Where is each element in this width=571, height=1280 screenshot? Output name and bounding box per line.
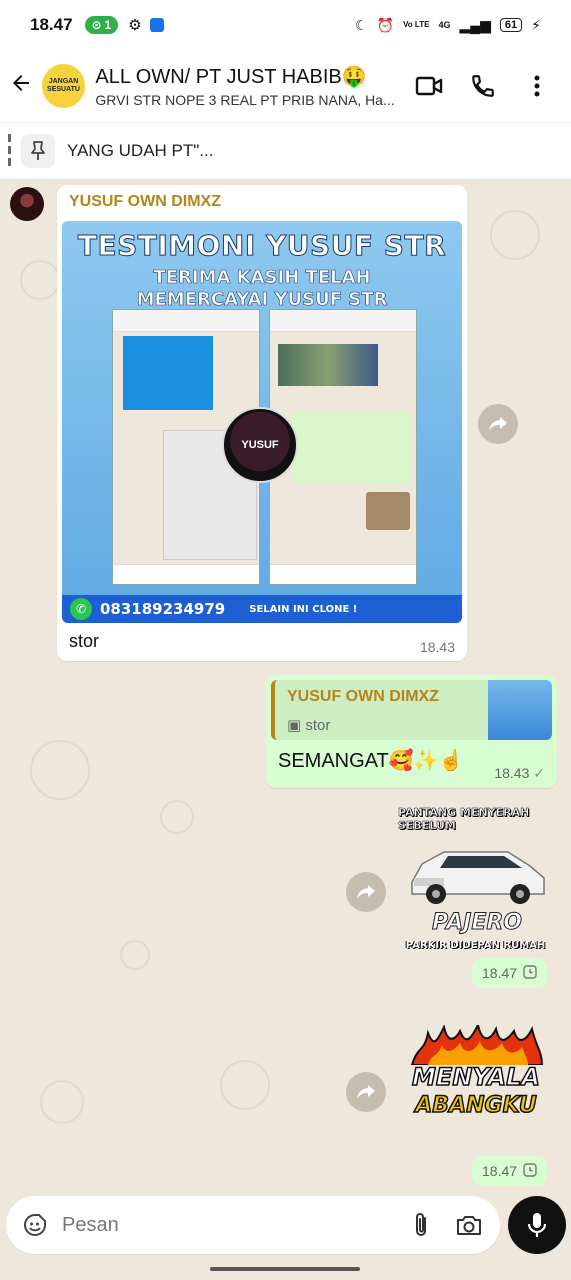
- chat-header: JANGAN SESUATU ALL OWN/ PT JUST HABIB🤑 G…: [0, 50, 571, 122]
- pinned-message-bar[interactable]: YANG UDAH PT"...: [0, 122, 571, 180]
- status-bar: 18.47 ⊙ 1 ⚙ ☾ ⏰ Vo LTE 4G ▂▄▆ 61 ⚡: [0, 0, 571, 50]
- hotspot-count: 1: [104, 18, 112, 32]
- doodle: [30, 740, 90, 800]
- sticker-word: PAJERO: [432, 910, 523, 936]
- group-avatar-text: JANGAN SESUATU: [47, 78, 80, 93]
- pinned-indicator: [8, 134, 11, 168]
- attach-icon[interactable]: [404, 1208, 438, 1242]
- app-notification-icon: [149, 18, 164, 32]
- quoted-sender: YUSUF OWN DIMXZ: [287, 688, 439, 705]
- chat-subtitle: GRVI STR NOPE 3 REAL PT PRIB NANA, Ha...: [95, 92, 395, 108]
- doodle: [40, 1080, 84, 1124]
- screenshot-header: [270, 310, 416, 332]
- pinned-text: YANG UDAH PT"...: [67, 141, 214, 160]
- doodle: [20, 260, 60, 300]
- camera-icon[interactable]: [452, 1208, 486, 1242]
- sticker-top-text: PANTANG MENYERAH SEBELUM: [398, 806, 530, 833]
- reply-text: SEMANGAT🥰✨☝️: [278, 750, 464, 772]
- status-time: 18.47: [30, 15, 73, 34]
- pajero-sticker[interactable]: PANTANG MENYERAH SEBELUM PAJERO PARKIR D…: [398, 800, 553, 958]
- microphone-button[interactable]: [508, 1196, 566, 1254]
- back-arrow-icon[interactable]: [0, 71, 42, 102]
- phone-call-icon[interactable]: [467, 70, 499, 102]
- quoted-text: stor: [305, 717, 331, 734]
- contact-phone: 083189234979: [100, 600, 226, 618]
- outgoing-reply-bubble[interactable]: YUSUF OWN DIMXZ ▣ stor SEMANGAT🥰✨☝️ 18.4…: [266, 675, 557, 788]
- sticker-line-2: ABANGKU: [415, 1092, 538, 1119]
- sticker-emoji-icon[interactable]: [20, 1210, 50, 1240]
- hotspot-badge: ⊙ 1: [84, 16, 119, 34]
- incoming-message-bubble[interactable]: YUSUF OWN DIMXZ TESTIMONI YUSUF STR TERI…: [57, 185, 467, 661]
- message-composer: Pesan: [6, 1196, 500, 1254]
- forward-icon[interactable]: [478, 404, 518, 444]
- clock-pending-icon: [523, 1162, 537, 1180]
- clone-note: SELAIN INI CLONE !: [249, 603, 358, 615]
- sticker-time: 18.47: [482, 1163, 518, 1179]
- chat-title-area[interactable]: ALL OWN/ PT JUST HABIB🤑 GRVI STR NOPE 3 …: [95, 64, 413, 108]
- sticker-time: 18.47: [482, 965, 518, 981]
- flame-image: [410, 1025, 544, 1065]
- quoted-text-area: ▣ stor: [287, 716, 330, 734]
- menyala-sticker[interactable]: MENYALA ABANGKU: [398, 1025, 554, 1135]
- sender-avatar[interactable]: [10, 187, 44, 221]
- network-label: 4G: [438, 20, 451, 30]
- gear-icon: ⚙: [128, 17, 142, 34]
- gesture-nav-bar[interactable]: [210, 1267, 360, 1271]
- volte-label: Vo LTE: [403, 20, 430, 29]
- reply-time: 18.43: [494, 765, 530, 781]
- logo-text: YUSUF: [241, 439, 279, 451]
- sent-check-icon: ✓: [533, 765, 545, 781]
- screenshot-game: [278, 344, 378, 386]
- quoted-message[interactable]: YUSUF OWN DIMXZ ▣ stor: [271, 680, 552, 740]
- quoted-thumbnail: [488, 680, 552, 740]
- message-time: 18.43: [419, 639, 455, 655]
- forward-icon[interactable]: [346, 872, 386, 912]
- signal-icon: ▂▄▆: [459, 16, 491, 33]
- forward-icon[interactable]: [346, 1072, 386, 1112]
- clock-pending-icon: [523, 964, 537, 982]
- message-caption: stor: [69, 631, 100, 651]
- car-image: [411, 851, 545, 904]
- screenshot-header: [113, 310, 259, 332]
- yusuf-logo: YUSUF: [222, 407, 298, 483]
- chat-title: ALL OWN/ PT JUST HABIB🤑: [95, 66, 367, 88]
- screenshot-cat-sticker: [366, 492, 410, 530]
- sender-name[interactable]: YUSUF OWN DIMXZ: [69, 193, 462, 211]
- image-footer: ✆ 083189234979 SELAIN INI CLONE !: [62, 595, 462, 623]
- group-avatar[interactable]: JANGAN SESUATU: [41, 64, 86, 108]
- battery-level: 61: [499, 18, 523, 32]
- screenshot-input: [270, 564, 416, 584]
- image-subtitle-1: TERIMA KASIH TELAH: [153, 267, 371, 289]
- doodle: [490, 210, 540, 260]
- doodle: [160, 800, 194, 834]
- image-title: TESTIMONI YUSUF STR: [77, 229, 447, 263]
- video-call-icon[interactable]: [413, 70, 445, 102]
- more-options-icon[interactable]: [521, 70, 553, 102]
- reply-time-area: 18.43 ✓: [494, 765, 545, 782]
- screenshot-input: [113, 564, 259, 584]
- image-subtitle-2: MEMERCAYAI YUSUF STR: [136, 289, 388, 311]
- sticker-time-pill: 18.47: [472, 958, 548, 988]
- testimoni-image[interactable]: TESTIMONI YUSUF STR TERIMA KASIH TELAH M…: [62, 221, 462, 623]
- sticker-time-pill: 18.47: [472, 1156, 548, 1186]
- microphone-icon: [527, 1213, 547, 1237]
- charging-icon: ⚡: [531, 16, 541, 33]
- sticker-bottom-text: PARKIR DIDEPAN RUMAH: [405, 940, 546, 951]
- sticker-line-1: MENYALA: [411, 1062, 540, 1092]
- message-input[interactable]: Pesan: [62, 1214, 390, 1237]
- moon-icon: ☾: [355, 16, 368, 33]
- pin-icon: [21, 134, 55, 168]
- alarm-icon: ⏰: [376, 16, 395, 33]
- screenshot-payment: [123, 336, 213, 410]
- hotspot-icon: ⊙: [91, 18, 102, 32]
- doodle: [220, 1060, 270, 1110]
- image-icon: ▣: [287, 717, 302, 734]
- whatsapp-icon: ✆: [70, 598, 92, 620]
- doodle: [120, 940, 150, 970]
- screenshot-confirm: [292, 412, 412, 484]
